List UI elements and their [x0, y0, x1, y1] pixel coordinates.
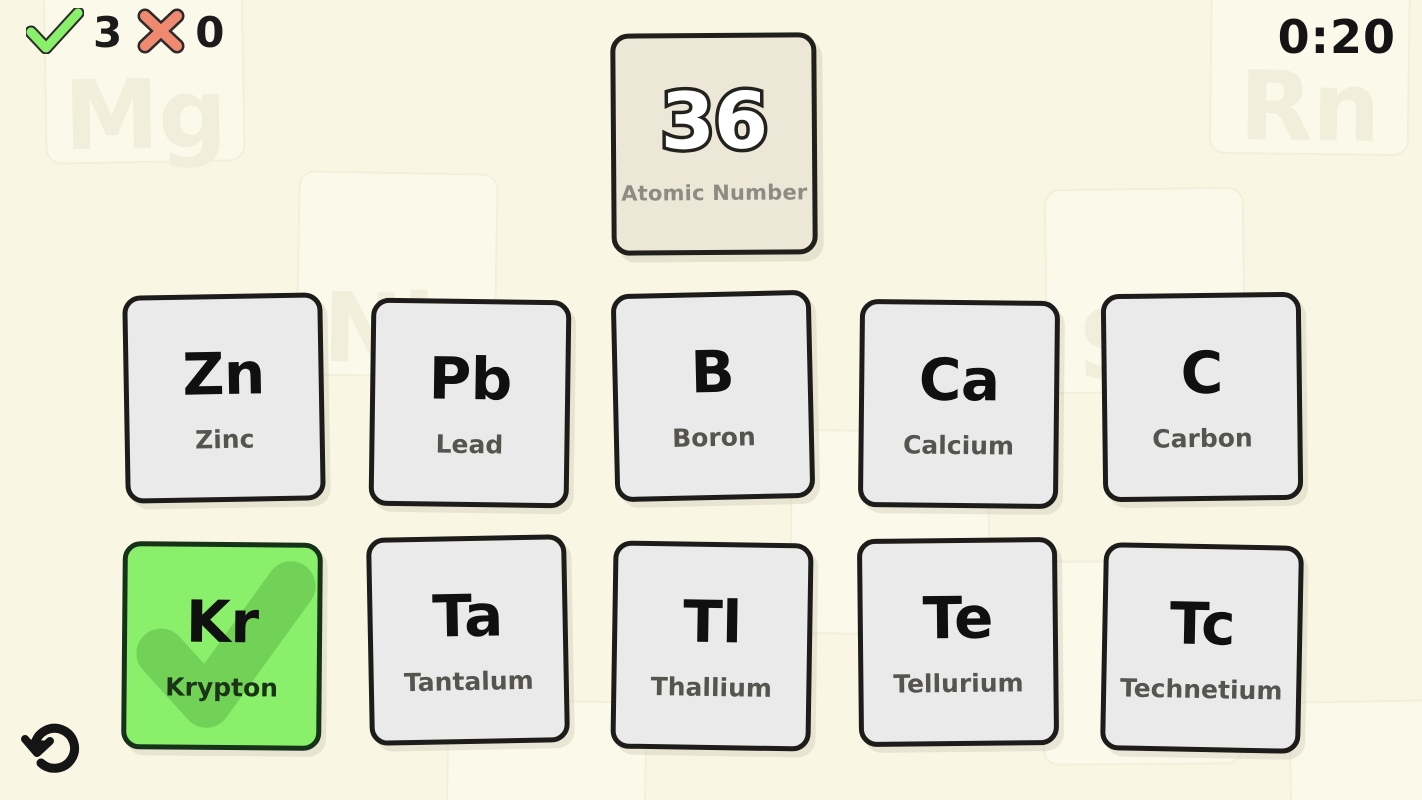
correct-count: 3: [93, 8, 123, 57]
tile-symbol: Ta: [431, 580, 504, 651]
tile-symbol: Zn: [181, 338, 266, 409]
background-watermark-symbol: Mg: [62, 57, 228, 173]
cross-icon: [136, 8, 186, 58]
check-icon: [24, 6, 85, 58]
answer-row: Kr Krypton Ta Tantalum Tl Thallium Te Tellurium…: [0, 532, 1422, 784]
prompt-label: Atomic Number: [621, 180, 808, 206]
answer-tile-c[interactable]: C Carbon: [1100, 291, 1304, 503]
tile-element-name: Calcium: [902, 429, 1015, 461]
hud-bar: 3 0 0:20: [0, 0, 1422, 80]
answer-row: Zn Zinc Pb Lead B Boron Ca Calcium C Carbon: [0, 280, 1422, 532]
undo-button[interactable]: [16, 714, 88, 786]
answer-tile-b[interactable]: B Boron: [610, 289, 816, 503]
quiz-screen: MgNbSnHCHgAuRn 3: [0, 0, 1422, 800]
tile-element-name: Lead: [435, 429, 504, 459]
tile-symbol: Tc: [1169, 588, 1236, 659]
answer-tile-te[interactable]: Te Tellurium: [856, 536, 1060, 748]
answer-tile-pb[interactable]: Pb Lead: [368, 297, 572, 509]
tile-element-name: Krypton: [165, 672, 279, 702]
tile-symbol: Ca: [918, 345, 1000, 414]
undo-icon: [19, 717, 85, 783]
tile-element-name: Boron: [671, 421, 757, 453]
score-group: 3 0: [24, 6, 224, 58]
tile-element-name: Tantalum: [403, 665, 534, 697]
tile-symbol: Kr: [185, 587, 259, 656]
answer-tile-ca[interactable]: Ca Calcium: [857, 298, 1061, 510]
answer-tile-kr[interactable]: Kr Krypton: [121, 541, 323, 751]
timer: 0:20: [1277, 10, 1396, 64]
wrong-score: 0: [136, 8, 224, 58]
answer-grid: Zn Zinc Pb Lead B Boron Ca Calcium C Carbon Kr Kryp…: [0, 280, 1422, 784]
tile-element-name: Technetium: [1119, 672, 1283, 706]
answer-tile-ta[interactable]: Ta Tantalum: [366, 534, 570, 746]
tile-element-name: Tellurium: [893, 667, 1024, 699]
answer-tile-tc[interactable]: Tc Technetium: [1100, 542, 1304, 754]
answer-tile-tl[interactable]: Tl Thallium: [610, 540, 814, 752]
answer-tile-zn[interactable]: Zn Zinc: [122, 292, 326, 504]
tile-symbol: Te: [922, 583, 994, 652]
tile-symbol: C: [1180, 338, 1224, 407]
prompt-value: 36: [657, 73, 771, 171]
tile-element-name: Carbon: [1152, 422, 1253, 454]
tile-symbol: Pb: [428, 343, 513, 414]
wrong-count: 0: [195, 8, 225, 57]
tile-symbol: Tl: [682, 587, 743, 656]
tile-symbol: B: [689, 337, 736, 406]
tile-element-name: Zinc: [194, 423, 255, 455]
correct-score: 3: [24, 6, 123, 58]
tile-element-name: Thallium: [650, 671, 773, 703]
